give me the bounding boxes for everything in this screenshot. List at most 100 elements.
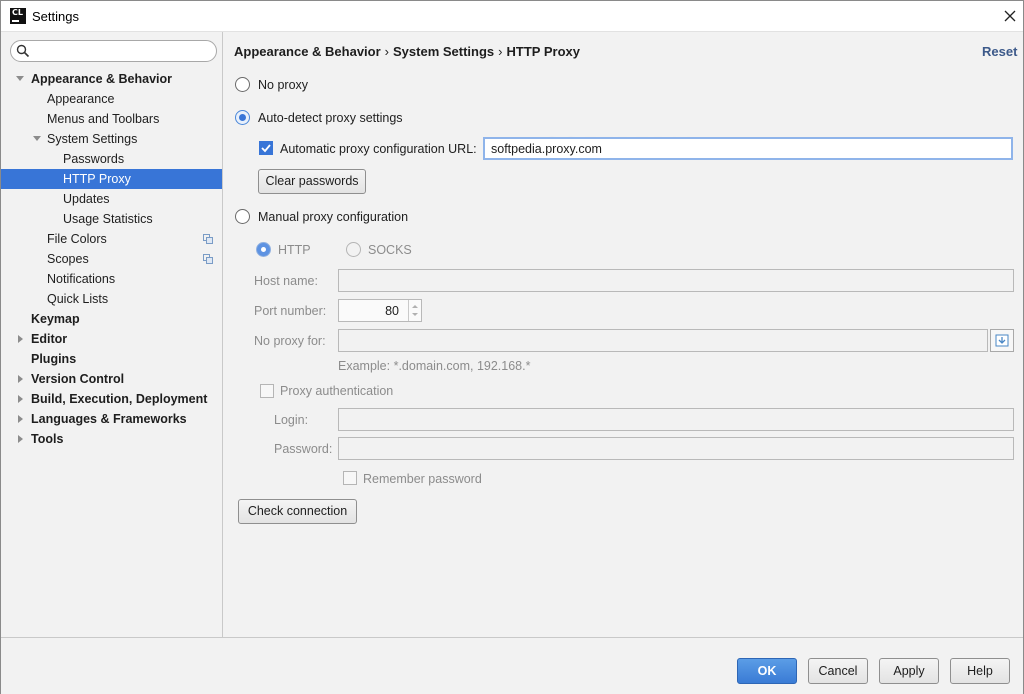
breadcrumb-separator: › [384, 44, 390, 59]
sidebar-item-quick-lists[interactable]: Quick Lists [1, 289, 222, 309]
sidebar-item-usage-statistics[interactable]: Usage Statistics [1, 209, 222, 229]
sidebar-item-label: Build, Execution, Deployment [31, 392, 208, 406]
sidebar-item-notifications[interactable]: Notifications [1, 269, 222, 289]
app-logo-text: CL [12, 8, 23, 17]
sidebar-item-label: Menus and Toolbars [47, 112, 160, 126]
sidebar-item-label: System Settings [47, 132, 138, 146]
sidebar-item-label: Appearance [47, 92, 115, 106]
project-scope-icon [203, 234, 213, 244]
sidebar-item-label: Notifications [47, 272, 116, 286]
check-connection-button[interactable]: Check connection [238, 499, 357, 524]
settings-sidebar: Appearance & Behavior Appearance Menus a… [1, 32, 223, 637]
port-spinner[interactable] [408, 300, 420, 321]
remember-password-label: Remember password [363, 472, 482, 486]
login-label: Login: [274, 413, 309, 427]
auto-config-url-input[interactable] [483, 137, 1013, 160]
no-proxy-for-label: No proxy for: [254, 334, 326, 348]
http-proxy-panel: Appearance & Behavior › System Settings › HT… [224, 32, 1023, 637]
expand-field-button[interactable] [990, 329, 1014, 352]
sidebar-item-build-execution-deployment[interactable]: Build, Execution, Deployment [1, 389, 222, 409]
sidebar-item-scopes[interactable]: Scopes [1, 249, 222, 269]
sidebar-item-appearance[interactable]: Appearance [1, 89, 222, 109]
sidebar-item-passwords[interactable]: Passwords [1, 149, 222, 169]
expand-down-icon[interactable] [32, 129, 42, 149]
sidebar-item-label: Appearance & Behavior [31, 72, 173, 86]
http-radio[interactable] [256, 242, 271, 257]
close-icon[interactable] [1000, 6, 1020, 26]
example-hint: Example: *.domain.com, 192.168.* [338, 359, 531, 373]
sidebar-item-label: Scopes [47, 252, 89, 266]
login-input[interactable] [338, 408, 1014, 431]
ok-button[interactable]: OK [737, 658, 797, 684]
sidebar-item-file-colors[interactable]: File Colors [1, 229, 222, 249]
help-button[interactable]: Help [950, 658, 1010, 684]
auto-detect-label: Auto-detect proxy settings [258, 111, 403, 125]
no-proxy-label: No proxy [258, 78, 309, 92]
auto-detect-radio[interactable] [235, 110, 250, 125]
socks-radio[interactable] [346, 242, 361, 257]
search-input[interactable] [35, 43, 210, 59]
breadcrumb-separator: › [498, 44, 503, 59]
sidebar-item-editor[interactable]: Editor [1, 329, 222, 349]
sidebar-item-system-settings[interactable]: System Settings [1, 129, 222, 149]
sidebar-item-version-control[interactable]: Version Control [1, 369, 222, 389]
host-name-label: Host name: [254, 274, 318, 288]
sidebar-item-label: Editor [31, 332, 68, 346]
sidebar-item-menus-toolbars[interactable]: Menus and Toolbars [1, 109, 222, 129]
socks-label: SOCKS [368, 243, 412, 257]
sidebar-item-label: File Colors [47, 232, 107, 246]
sidebar-item-label: Keymap [31, 312, 80, 326]
sidebar-item-plugins[interactable]: Plugins [1, 349, 222, 369]
spinner-arrows-icon [412, 305, 418, 316]
expand-right-icon[interactable] [16, 409, 26, 429]
expand-right-icon[interactable] [16, 329, 26, 349]
sidebar-item-label: Plugins [31, 352, 77, 366]
sidebar-item-updates[interactable]: Updates [1, 189, 222, 209]
cancel-button[interactable]: Cancel [808, 658, 868, 684]
no-proxy-radio[interactable] [235, 77, 250, 92]
breadcrumb-item[interactable]: System Settings [393, 44, 494, 59]
reset-link[interactable]: Reset [982, 44, 1017, 59]
clear-passwords-button[interactable]: Clear passwords [258, 169, 366, 194]
sidebar-item-keymap[interactable]: Keymap [1, 309, 222, 329]
title-bar: CL Settings [1, 1, 1023, 32]
sidebar-item-label: Tools [31, 432, 64, 446]
breadcrumb-item[interactable]: Appearance & Behavior [234, 44, 381, 59]
sidebar-item-label: Passwords [63, 152, 125, 166]
apply-button[interactable]: Apply [879, 658, 939, 684]
expand-right-icon[interactable] [16, 369, 26, 389]
auto-config-url-checkbox[interactable] [259, 141, 273, 155]
settings-window: CL Settings Appearance & Behavior Appear… [0, 0, 1024, 694]
manual-proxy-radio[interactable] [235, 209, 250, 224]
http-label: HTTP [278, 243, 311, 257]
search-icon [16, 44, 30, 58]
checkmark-icon [261, 144, 271, 153]
expand-right-icon[interactable] [16, 389, 26, 409]
remember-password-checkbox[interactable] [343, 471, 357, 485]
proxy-auth-label: Proxy authentication [280, 384, 394, 398]
manual-proxy-label: Manual proxy configuration [258, 210, 409, 224]
dialog-footer: OK Cancel Apply Help [1, 637, 1023, 694]
sidebar-item-label: Updates [63, 192, 110, 206]
sidebar-item-label: Languages & Frameworks [31, 412, 187, 426]
sidebar-item-label: HTTP Proxy [63, 172, 131, 186]
password-input[interactable] [338, 437, 1014, 460]
no-proxy-for-input[interactable] [338, 329, 988, 352]
sidebar-item-label: Usage Statistics [63, 212, 153, 226]
sidebar-item-languages-frameworks[interactable]: Languages & Frameworks [1, 409, 222, 429]
sidebar-item-appearance-behavior[interactable]: Appearance & Behavior [1, 69, 222, 89]
app-logo-icon: CL [10, 8, 26, 24]
proxy-auth-checkbox[interactable] [260, 384, 274, 398]
breadcrumb: Appearance & Behavior › System Settings › HT… [234, 44, 580, 59]
sidebar-item-label: Version Control [31, 372, 125, 386]
sidebar-item-http-proxy[interactable]: HTTP Proxy [1, 169, 222, 189]
search-box[interactable] [10, 40, 217, 62]
expand-field-icon [995, 334, 1009, 347]
window-title: Settings [32, 9, 79, 24]
expand-down-icon[interactable] [15, 69, 25, 89]
expand-right-icon[interactable] [16, 429, 26, 449]
sidebar-item-tools[interactable]: Tools [1, 429, 222, 449]
password-label: Password: [274, 442, 333, 456]
host-name-input[interactable] [338, 269, 1014, 292]
auto-config-url-label: Automatic proxy configuration URL: [280, 142, 477, 156]
